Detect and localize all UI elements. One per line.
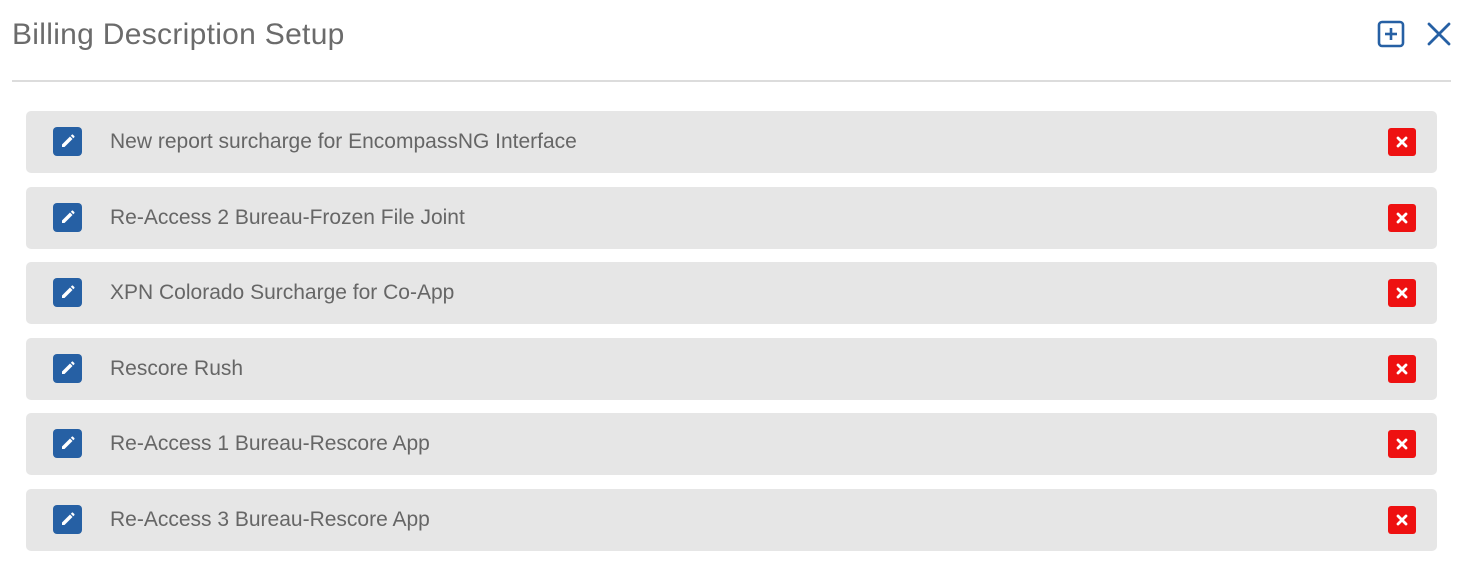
item-label: Re-Access 3 Bureau-Rescore App: [110, 507, 430, 531]
edit-button[interactable]: [53, 353, 82, 383]
delete-button[interactable]: [1388, 430, 1416, 459]
pencil-icon: [62, 436, 75, 450]
list-item: XPN Colorado Surcharge for Co-App: [26, 262, 1437, 325]
pencil-icon: [62, 285, 75, 299]
list-item: New report surcharge for EncompassNG Int…: [26, 111, 1437, 173]
pencil-icon: [62, 361, 75, 374]
edit-button[interactable]: [53, 278, 82, 308]
pencil-icon: [62, 134, 75, 147]
close-button[interactable]: [1427, 22, 1451, 46]
delete-button[interactable]: [1388, 354, 1416, 383]
x-icon: [1396, 136, 1408, 148]
item-label: Rescore Rush: [110, 356, 244, 380]
pencil-icon: [62, 209, 75, 223]
x-icon: [1396, 363, 1408, 375]
x-icon: [1396, 438, 1408, 450]
page-title: Billing Description Setup: [12, 18, 345, 51]
close-icon: [1427, 22, 1451, 46]
delete-button[interactable]: [1388, 203, 1416, 232]
add-square-icon: [1377, 20, 1405, 48]
delete-button[interactable]: [1388, 128, 1416, 156]
item-label: Re-Access 1 Bureau-Rescore App: [110, 432, 430, 456]
x-icon: [1396, 212, 1408, 223]
delete-button[interactable]: [1388, 505, 1416, 534]
item-label: New report surcharge for EncompassNG Int…: [110, 130, 577, 153]
add-button[interactable]: [1377, 20, 1405, 48]
billing-description-list: New report surcharge for EncompassNG Int…: [26, 111, 1437, 565]
list-item: Re-Access 3 Bureau-Rescore App: [26, 488, 1437, 551]
dialog-header: Billing Description Setup: [12, 0, 1451, 82]
edit-button[interactable]: [53, 202, 82, 232]
pencil-icon: [62, 512, 75, 525]
edit-button[interactable]: [53, 504, 82, 534]
item-label: XPN Colorado Surcharge for Co-App: [110, 281, 455, 305]
list-item: Re-Access 2 Bureau-Frozen File Joint: [26, 186, 1437, 249]
edit-button[interactable]: [53, 429, 82, 459]
x-icon: [1396, 287, 1408, 299]
item-label: Re-Access 2 Bureau-Frozen File Joint: [110, 205, 465, 229]
list-item: Rescore Rush: [26, 337, 1437, 400]
header-actions: [1377, 20, 1451, 48]
x-icon: [1396, 514, 1408, 526]
delete-button[interactable]: [1388, 279, 1416, 308]
edit-button[interactable]: [53, 127, 82, 156]
list-item: Re-Access 1 Bureau-Rescore App: [26, 413, 1437, 476]
